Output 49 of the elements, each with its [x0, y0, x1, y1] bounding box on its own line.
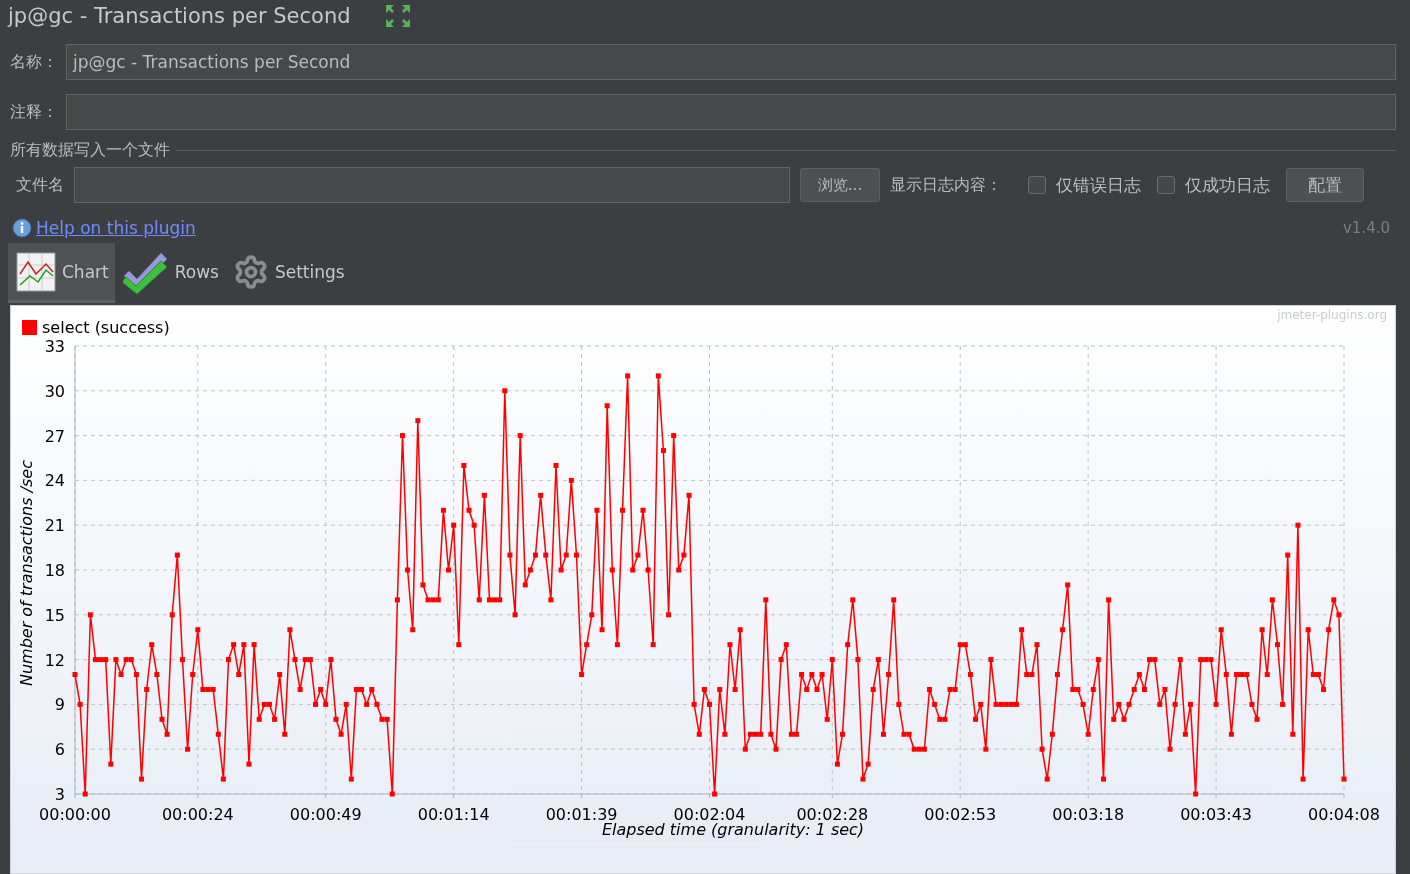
- file-name-field[interactable]: [74, 167, 790, 203]
- log-display-label: 显示日志内容：: [890, 174, 1002, 196]
- tab[interactable]: Chart: [8, 243, 115, 303]
- x-tick-label: 00:01:39: [545, 805, 618, 820]
- x-tick-label: 00:02:53: [924, 805, 997, 820]
- info-icon: [12, 218, 32, 238]
- y-tick-label: 12: [44, 650, 65, 670]
- legend-label: select (success): [42, 317, 170, 337]
- x-tick-label: 00:03:18: [1052, 805, 1125, 820]
- window-title: jp@gc - Transactions per Second: [8, 4, 351, 28]
- config-button[interactable]: 配置: [1286, 168, 1364, 202]
- name-label: 名称：: [10, 51, 58, 73]
- section-title: 所有数据写入一个文件: [10, 140, 170, 161]
- line-chart-icon: [16, 251, 56, 292]
- y-tick-label: 6: [54, 740, 65, 760]
- x-tick-label: 00:02:28: [796, 805, 869, 820]
- help-link[interactable]: Help on this plugin: [36, 218, 196, 238]
- version-label: v1.4.0: [1342, 219, 1390, 237]
- y-tick-label: 18: [44, 561, 65, 580]
- x-tick-label: 00:03:43: [1180, 805, 1252, 820]
- x-tick-label: 00:01:14: [417, 805, 490, 820]
- checkbox-label: 仅成功日志: [1185, 173, 1270, 197]
- tab[interactable]: Settings: [224, 243, 351, 303]
- y-tick-label: 3: [54, 785, 65, 804]
- gear-icon: [232, 253, 269, 290]
- y-tick-label: 21: [44, 516, 65, 536]
- comment-field[interactable]: [66, 94, 1396, 130]
- x-tick-label: 00:00:49: [289, 805, 362, 820]
- name-field[interactable]: jp@gc - Transactions per Second: [66, 44, 1396, 80]
- comment-label: 注释：: [10, 101, 58, 123]
- y-tick-label: 9: [54, 695, 65, 715]
- checkbox-label: 仅错误日志: [1056, 173, 1141, 197]
- y-tick-label: 15: [44, 605, 65, 625]
- y-axis-title: Number of transactions /sec: [16, 460, 36, 686]
- file-name-label: 文件名: [16, 174, 64, 196]
- expand-icon[interactable]: [384, 4, 411, 28]
- x-tick-label: 00:00:24: [161, 805, 234, 820]
- y-tick-label: 27: [44, 426, 65, 446]
- checkbox[interactable]: [1028, 176, 1046, 194]
- x-axis-title: Elapsed time (granularity: 1 sec): [601, 820, 865, 839]
- x-tick-label: 00:02:04: [673, 805, 746, 820]
- y-tick-label: 30: [44, 381, 65, 401]
- y-tick-label: 33: [44, 338, 65, 356]
- y-tick-label: 24: [44, 471, 65, 491]
- x-tick-label: 00:04:08: [1308, 805, 1380, 820]
- checkbox[interactable]: [1157, 176, 1175, 194]
- x-tick-label: 00:00:00: [39, 805, 111, 820]
- browse-button[interactable]: 浏览...: [800, 168, 880, 202]
- tab[interactable]: Rows: [114, 243, 225, 303]
